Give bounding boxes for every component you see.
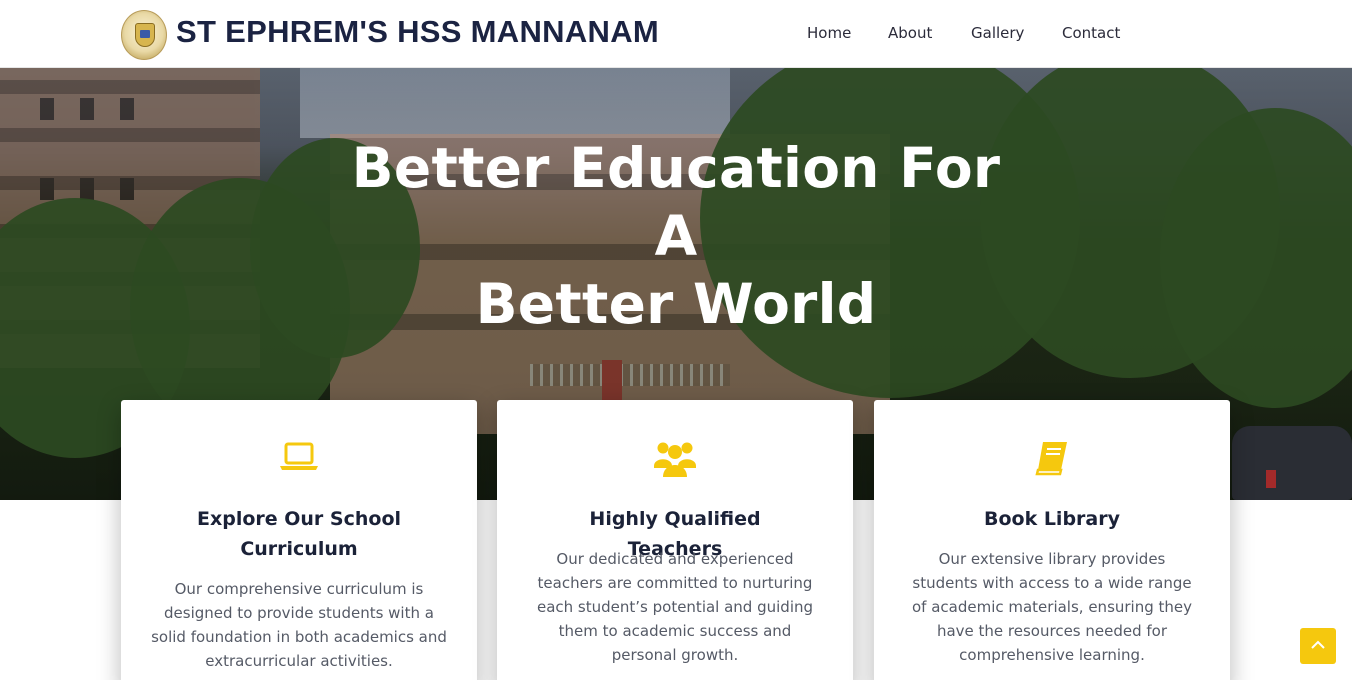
book-icon xyxy=(874,440,1230,478)
school-crest-icon[interactable] xyxy=(121,10,167,60)
feature-title: Book Library xyxy=(983,508,1120,530)
back-to-top-button[interactable] xyxy=(1300,628,1336,664)
nav-gallery-link[interactable]: Gallery xyxy=(971,24,1024,42)
users-icon xyxy=(497,440,853,478)
nav-home-link[interactable]: Home xyxy=(807,24,851,42)
laptop-icon xyxy=(121,440,477,478)
feature-card-curriculum: Explore Our School Curriculum Our compre… xyxy=(121,400,477,680)
hero-title-line-1: Better Education For A xyxy=(351,136,1001,268)
nav-about-link[interactable]: About xyxy=(888,24,932,42)
hero-car xyxy=(1232,426,1352,500)
hero-sky xyxy=(300,68,730,138)
feature-text: Our dedicated and experienced teachers a… xyxy=(536,550,814,664)
feature-title: Explore Our School Curriculum xyxy=(196,508,402,560)
feature-card-library: Book Library Our extensive library provi… xyxy=(874,400,1230,680)
chevron-up-icon xyxy=(1311,640,1325,649)
site-title[interactable]: ST EPHREM'S HSS MANNANAM xyxy=(176,14,659,50)
hero-title-line-2: Better World xyxy=(475,272,877,336)
feature-text: Our comprehensive curriculum is designed… xyxy=(151,580,447,670)
feature-card-teachers: Highly Qualified Teachers Our dedicated … xyxy=(497,400,853,680)
crest-shield xyxy=(135,23,155,47)
hero-title: Better Education For A Better World xyxy=(326,134,1026,338)
site-header: ST EPHREM'S HSS MANNANAM Home About Gall… xyxy=(0,0,1352,68)
nav-contact-link[interactable]: Contact xyxy=(1062,24,1120,42)
feature-text: Our extensive library provides students … xyxy=(911,550,1193,664)
